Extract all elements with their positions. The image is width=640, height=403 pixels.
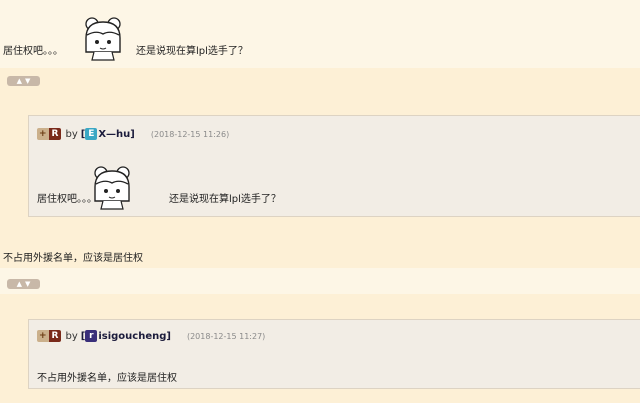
user-badge-icon: E [85,128,98,140]
user-badge-icon: r [85,330,98,342]
thumbs-down-icon[interactable]: ▼ [25,77,30,85]
username[interactable]: isigoucheng [98,331,166,342]
r-icon[interactable]: R [48,128,62,140]
quote-block-2: + R by [ r isigoucheng ] (2018-12-15 11:… [28,319,640,389]
post-1-text-after: 还是说现在算lpl选手了？ [136,46,248,57]
vote-buttons[interactable]: ▲ ▼ [7,76,40,86]
by-label: by [65,330,78,342]
quote-1-date: (2018-12-15 11:26) [150,129,230,139]
bracket-close: ] [130,128,135,140]
thumbs-up-icon[interactable]: ▲ [17,280,22,288]
quote-2-username-link[interactable]: [ r isigoucheng ] [81,330,171,342]
quote-2-header: + R by [ r isigoucheng ] (2018-12-15 11:… [37,330,265,342]
quote-1-header: + R by [ E X—hu ] (2018-12-15 11:26) [37,128,229,140]
girl-sticker-icon [94,166,130,210]
quote-2-text: 不占用外援名单，应该是居住权 [37,373,177,384]
r-icon[interactable]: R [48,330,62,342]
post-2-text: 不占用外援名单，应该是居住权 [3,253,143,264]
quote-1-username-link[interactable]: [ E X—hu ] [81,128,135,140]
quote-1-text-after: 还是说现在算lpl选手了？ [169,194,281,205]
by-label: by [65,128,78,140]
vote-buttons[interactable]: ▲ ▼ [7,279,40,289]
post-2-band [0,268,640,294]
quote-2-date: (2018-12-15 11:27) [186,331,266,341]
thumbs-down-icon[interactable]: ▼ [25,280,30,288]
username[interactable]: X—hu [98,129,130,140]
bracket-close: ] [166,330,171,342]
quote-2-reply-button[interactable]: + R [37,330,62,342]
girl-sticker-icon [85,17,121,61]
quote-block-1: + R by [ E X—hu ] (2018-12-15 11:26) 居住权… [28,115,640,217]
plus-icon[interactable]: + [37,330,49,342]
thumbs-up-icon[interactable]: ▲ [17,77,22,85]
post-1-text-before: 居住权吧。。。 [3,46,63,57]
plus-icon[interactable]: + [37,128,49,140]
quote-1-reply-button[interactable]: + R [37,128,62,140]
